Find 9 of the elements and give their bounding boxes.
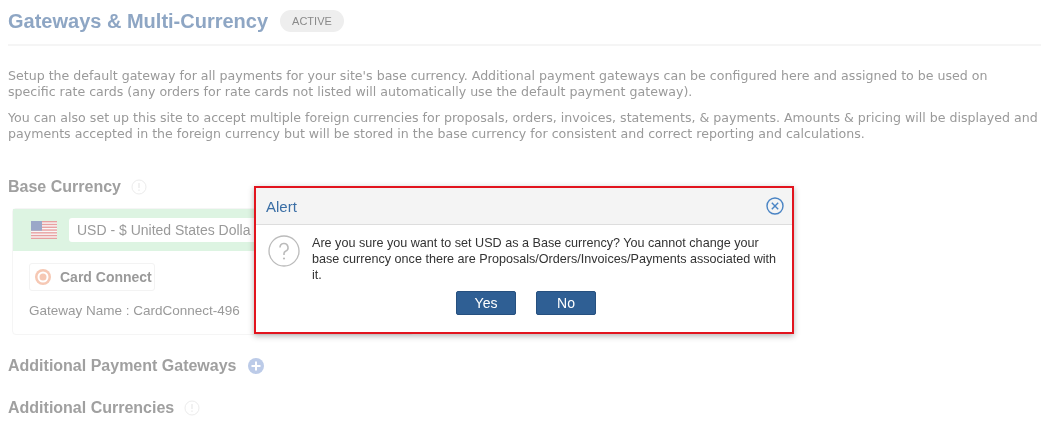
description-text: Setup the default gateway for all payments for your site's base currency. Additional payment gateways can be configured here and assigned to be used on specific rate cards (any orders for rate cards not listed will automatically use the default payment gateway). [8, 68, 989, 100]
description-text: You can also set up this site to accept multiple foreign currencies for proposals, orders, invoices, statements, & payments. Amounts & pricing will be displayed and payments accepted in the foreign currency but will be stored in the base currency for consistent and correct reporting and calculations. [8, 110, 1038, 142]
dialog-title: Alert [266, 197, 297, 215]
section-heading: Additional Payment Gateways [8, 357, 237, 375]
status-badge: ACTIVE [280, 10, 344, 32]
section-heading: Base Currency [8, 178, 121, 196]
page-title: Gateways & Multi-Currency [8, 9, 269, 33]
section-heading: Additional Currencies [8, 399, 175, 417]
gateway-name: Gateway Name : CardConnect-496 [29, 303, 241, 318]
